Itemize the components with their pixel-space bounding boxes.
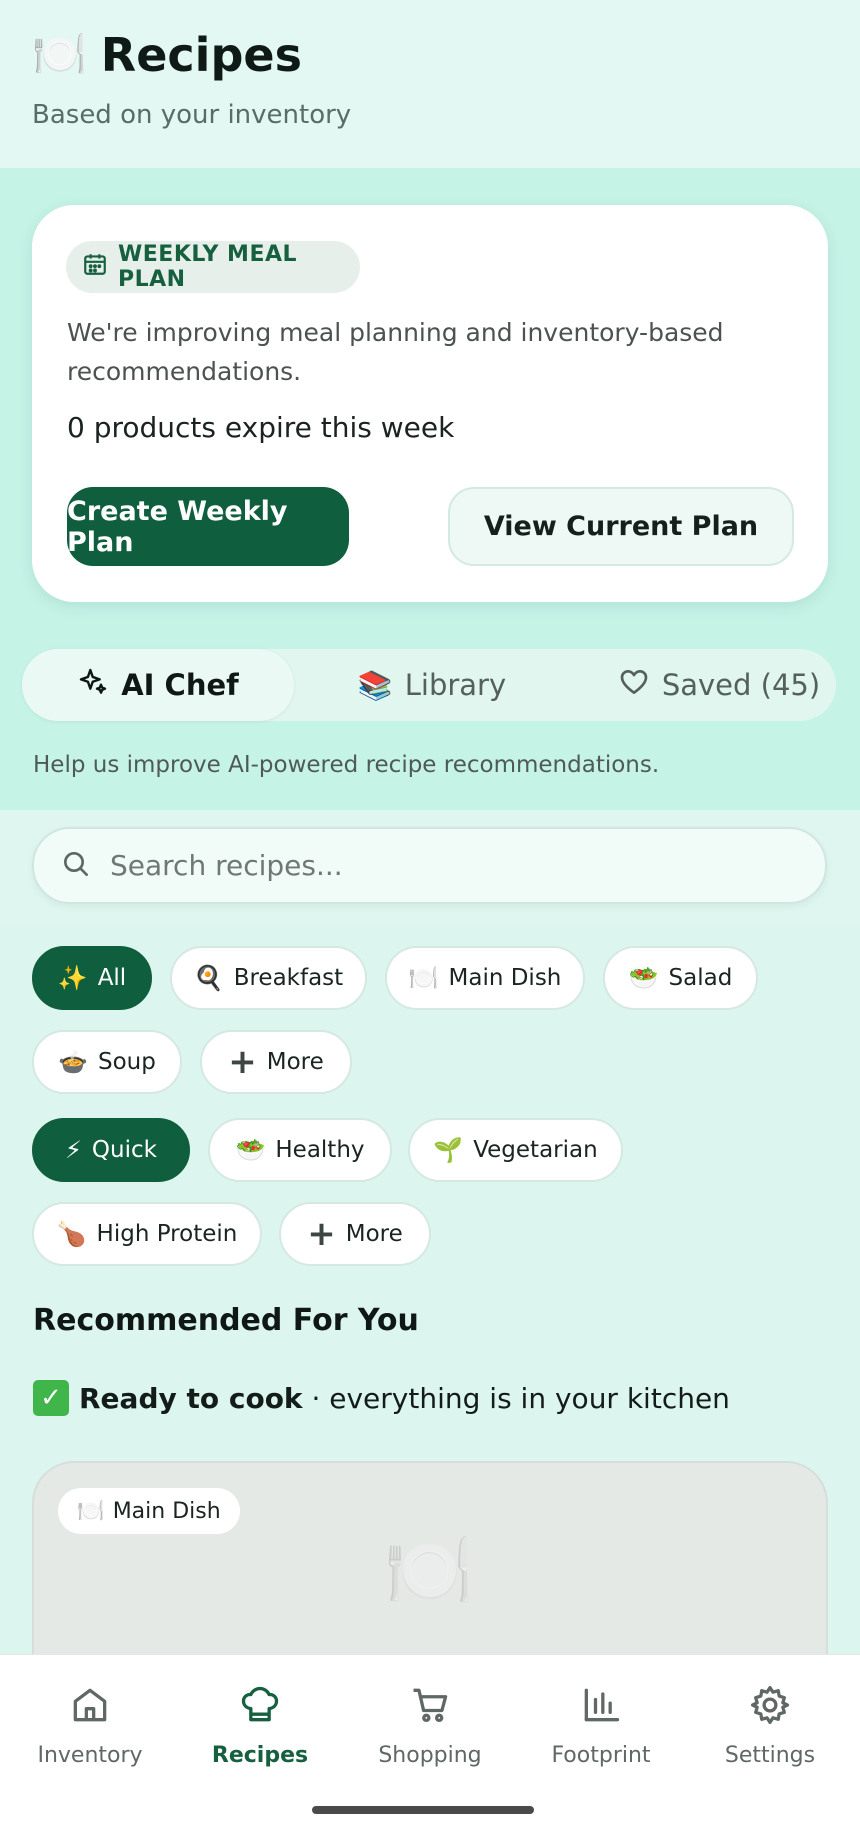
lightning-icon: ⚡ <box>65 1136 82 1164</box>
chip-label: Salad <box>668 965 733 991</box>
recommended-section-title: Recommended For You <box>33 1303 419 1338</box>
heart-icon <box>618 666 650 705</box>
seedling-icon: 🌱 <box>433 1136 464 1164</box>
nav-item-label: Inventory <box>37 1743 143 1768</box>
drumstick-icon: 🍗 <box>56 1220 87 1248</box>
expiring-products-count: 0 products expire this week <box>67 411 455 444</box>
ready-to-cook-detail: · everything is in your kitchen <box>302 1381 730 1415</box>
sparkles-icon: ✨ <box>57 964 88 992</box>
nav-item-footprint[interactable]: Footprint <box>531 1683 671 1768</box>
tab-ai-chef-label: AI Chef <box>121 668 239 702</box>
page-title-text: Recipes <box>100 28 302 82</box>
nav-item-recipes[interactable]: Recipes <box>190 1683 330 1768</box>
ready-to-cook-line: ✓ Ready to cook · everything is in your … <box>33 1380 730 1416</box>
home-indicator[interactable] <box>312 1806 534 1814</box>
chip-category-all[interactable]: ✨ All <box>32 946 152 1010</box>
chip-label: Breakfast <box>233 965 344 991</box>
salad-icon: 🥗 <box>235 1136 266 1164</box>
page-subtitle: Based on your inventory <box>32 100 352 130</box>
chip-label: Quick <box>91 1137 157 1163</box>
create-weekly-plan-button[interactable]: Create Weekly Plan <box>67 487 349 566</box>
home-icon <box>68 1683 112 1733</box>
sparkle-icon <box>77 666 109 705</box>
search-input[interactable] <box>110 849 750 882</box>
search-bar[interactable] <box>32 827 827 904</box>
cart-icon <box>408 1683 452 1733</box>
chip-label: All <box>97 965 127 991</box>
chip-label: Main Dish <box>448 965 562 991</box>
recipe-category-badge: 🍽️ Main Dish <box>58 1488 240 1534</box>
page-header: 🍽️ Recipes Based on your inventory <box>0 0 860 168</box>
tab-ai-chef[interactable]: AI Chef <box>22 649 294 721</box>
chip-label: More <box>345 1221 403 1247</box>
recipe-source-tabs: AI Chef 📚 Library Saved (45) <box>22 649 836 721</box>
chip-category-soup[interactable]: 🍲 Soup <box>32 1030 182 1094</box>
tab-library[interactable]: 📚 Library <box>332 649 532 721</box>
chip-tag-quick[interactable]: ⚡ Quick <box>32 1118 190 1182</box>
plate-cutlery-icon: 🍽️ <box>77 1498 105 1524</box>
recipe-category-label: Main Dish <box>112 1498 221 1524</box>
chip-tag-vegetarian[interactable]: 🌱 Vegetarian <box>408 1118 623 1182</box>
nav-item-label: Recipes <box>211 1743 309 1768</box>
chip-tag-more[interactable]: + More <box>279 1202 431 1266</box>
chip-category-more[interactable]: + More <box>200 1030 352 1094</box>
weekly-meal-plan-card: WEEKLY MEAL PLAN We're improving meal pl… <box>32 205 828 602</box>
salad-icon: 🥗 <box>628 964 659 992</box>
bar-chart-icon <box>579 1683 623 1733</box>
plate-cutlery-icon: 🍽️ <box>408 964 439 992</box>
ai-help-text: Help us improve AI-powered recipe recomm… <box>33 752 660 778</box>
nav-item-label: Shopping <box>378 1743 482 1768</box>
chip-label: Healthy <box>275 1137 365 1163</box>
chip-category-main-dish[interactable]: 🍽️ Main Dish <box>385 946 585 1010</box>
books-icon: 📚 <box>357 668 393 702</box>
gear-icon <box>748 1683 792 1733</box>
frying-pan-icon: 🍳 <box>193 964 224 992</box>
chip-category-salad[interactable]: 🥗 Salad <box>603 946 758 1010</box>
nav-item-shopping[interactable]: Shopping <box>360 1683 500 1768</box>
plus-icon: + <box>307 1214 336 1254</box>
calendar-icon <box>82 251 108 283</box>
meal-plan-description: We're improving meal planning and invent… <box>67 318 724 386</box>
chip-label: High Protein <box>96 1221 238 1247</box>
weekly-meal-plan-label: WEEKLY MEAL PLAN <box>118 242 298 292</box>
chip-label: Soup <box>98 1049 156 1075</box>
nav-item-inventory[interactable]: Inventory <box>20 1683 160 1768</box>
ready-to-cook-label: Ready to cook <box>79 1381 303 1415</box>
plus-icon: + <box>228 1042 257 1082</box>
nav-item-label: Footprint <box>551 1743 651 1768</box>
chip-category-breakfast[interactable]: 🍳 Breakfast <box>170 946 367 1010</box>
nav-item-settings[interactable]: Settings <box>700 1683 840 1768</box>
chip-label: Vegetarian <box>473 1137 598 1163</box>
tab-saved[interactable]: Saved (45) <box>614 649 824 721</box>
tab-library-label: Library <box>404 668 507 702</box>
view-current-plan-button[interactable]: View Current Plan <box>448 487 794 566</box>
chip-tag-healthy[interactable]: 🥗 Healthy <box>208 1118 392 1182</box>
page-title: 🍽️ Recipes <box>32 28 302 82</box>
recipe-image-placeholder-icon: 🍽️ <box>384 1528 474 1612</box>
weekly-meal-plan-badge: WEEKLY MEAL PLAN <box>66 241 360 293</box>
chef-hat-icon <box>238 1683 282 1733</box>
nav-item-label: Settings <box>724 1743 816 1768</box>
soup-pot-icon: 🍲 <box>58 1048 89 1076</box>
tab-saved-label: Saved (45) <box>661 668 821 702</box>
chip-tag-high-protein[interactable]: 🍗 High Protein <box>32 1202 262 1266</box>
bottom-navigation: Inventory Recipes Shopping Footprint Set… <box>0 1654 860 1829</box>
search-icon <box>60 848 92 884</box>
chip-label: More <box>266 1049 324 1075</box>
plate-cutlery-icon: 🍽️ <box>32 29 87 80</box>
check-mark-icon: ✓ <box>33 1380 69 1416</box>
